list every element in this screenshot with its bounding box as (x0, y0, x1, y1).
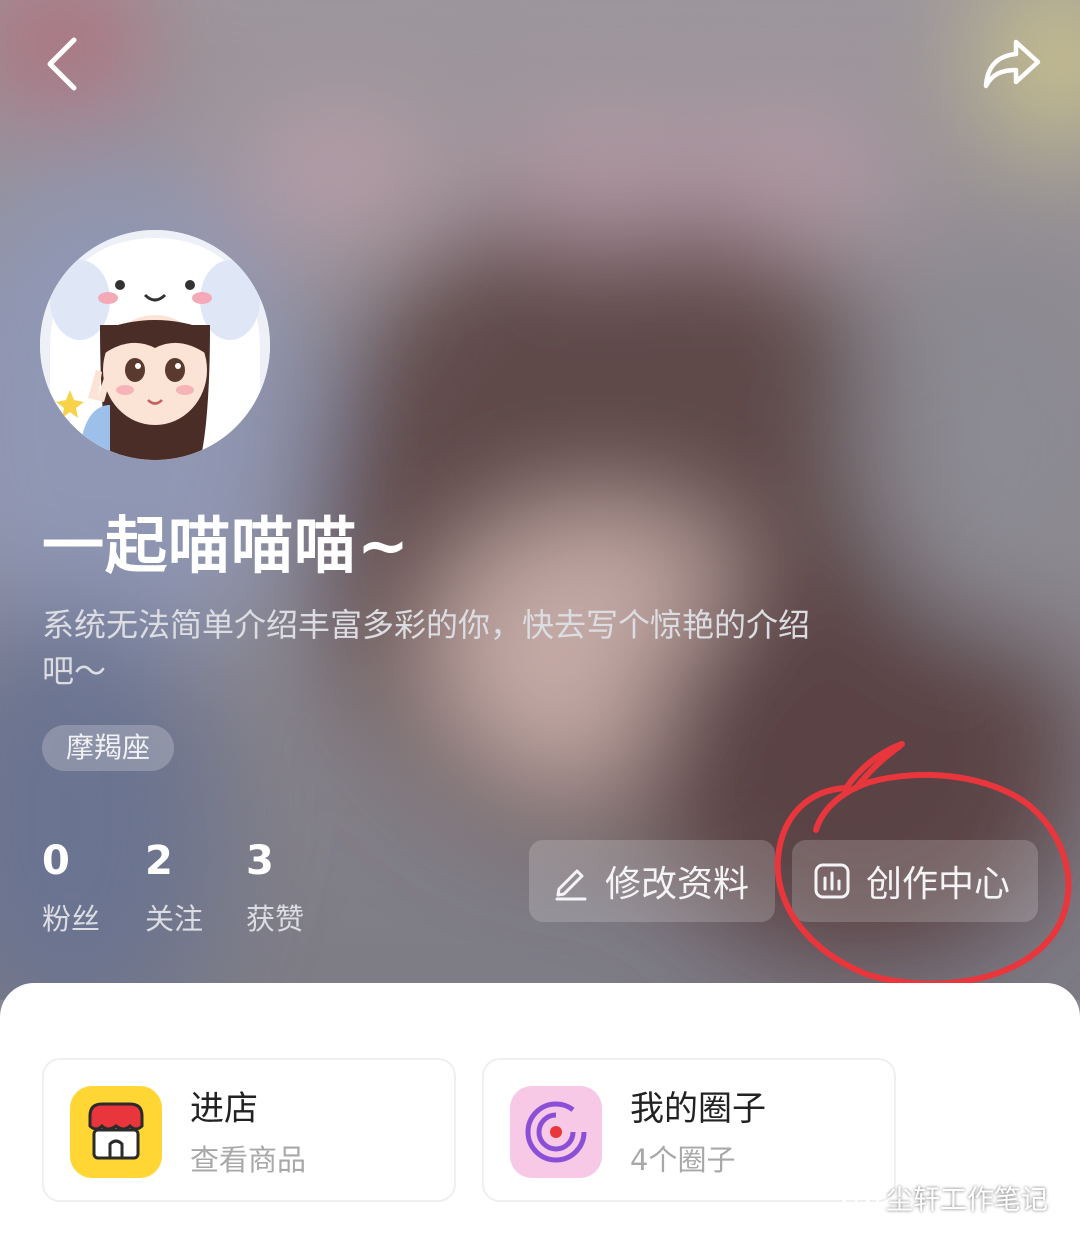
stat-label: 获赞 (246, 902, 305, 936)
stat-likes[interactable]: 3 获赞 (246, 838, 346, 936)
bio-text[interactable]: 系统无法简单介绍丰富多彩的你，快去写个惊艳的介绍吧～ (42, 602, 822, 694)
store-card-subtitle: 查看商品 (190, 1143, 307, 1177)
nickname: 一起喵喵喵~ (42, 509, 410, 582)
profile-screen: 一起喵喵喵~ 系统无法简单介绍丰富多彩的你，快去写个惊艳的介绍吧～ 摩羯座 0 … (0, 0, 1080, 1245)
stat-value: 0 (42, 838, 70, 884)
circles-card-title: 我的圈子 (630, 1089, 766, 1129)
stat-fans[interactable]: 0 粉丝 (42, 838, 142, 936)
wechat-icon (840, 1182, 880, 1213)
avatar[interactable] (40, 230, 270, 460)
my-circles-card[interactable]: 我的圈子 4个圈子 (482, 1058, 896, 1202)
share-button[interactable] (972, 24, 1052, 104)
store-card-title: 进店 (190, 1089, 258, 1129)
stat-label: 粉丝 (42, 902, 101, 936)
watermark: 尘轩工作笔记 (840, 1178, 1048, 1217)
circles-card-subtitle: 4个圈子 (630, 1143, 736, 1177)
store-icon (70, 1086, 162, 1178)
edit-profile-label: 修改资料 (605, 864, 750, 905)
creator-center-label: 创作中心 (866, 864, 1011, 905)
stat-following[interactable]: 2 关注 (145, 838, 245, 936)
stat-value: 2 (145, 838, 173, 884)
edit-profile-button[interactable]: 修改资料 (529, 840, 775, 922)
pencil-icon (555, 869, 587, 901)
stat-value: 3 (246, 838, 274, 884)
share-icon (983, 39, 1041, 89)
chart-icon (814, 863, 850, 899)
back-button[interactable] (26, 24, 106, 104)
creator-center-button[interactable]: 创作中心 (792, 840, 1038, 922)
watermark-text: 尘轩工作笔记 (886, 1185, 1048, 1216)
circle-icon (510, 1086, 602, 1178)
store-card[interactable]: 进店 查看商品 (42, 1058, 456, 1202)
back-arrow-icon (47, 37, 77, 91)
zodiac-tag[interactable]: 摩羯座 (42, 725, 175, 771)
stat-label: 关注 (145, 902, 204, 936)
